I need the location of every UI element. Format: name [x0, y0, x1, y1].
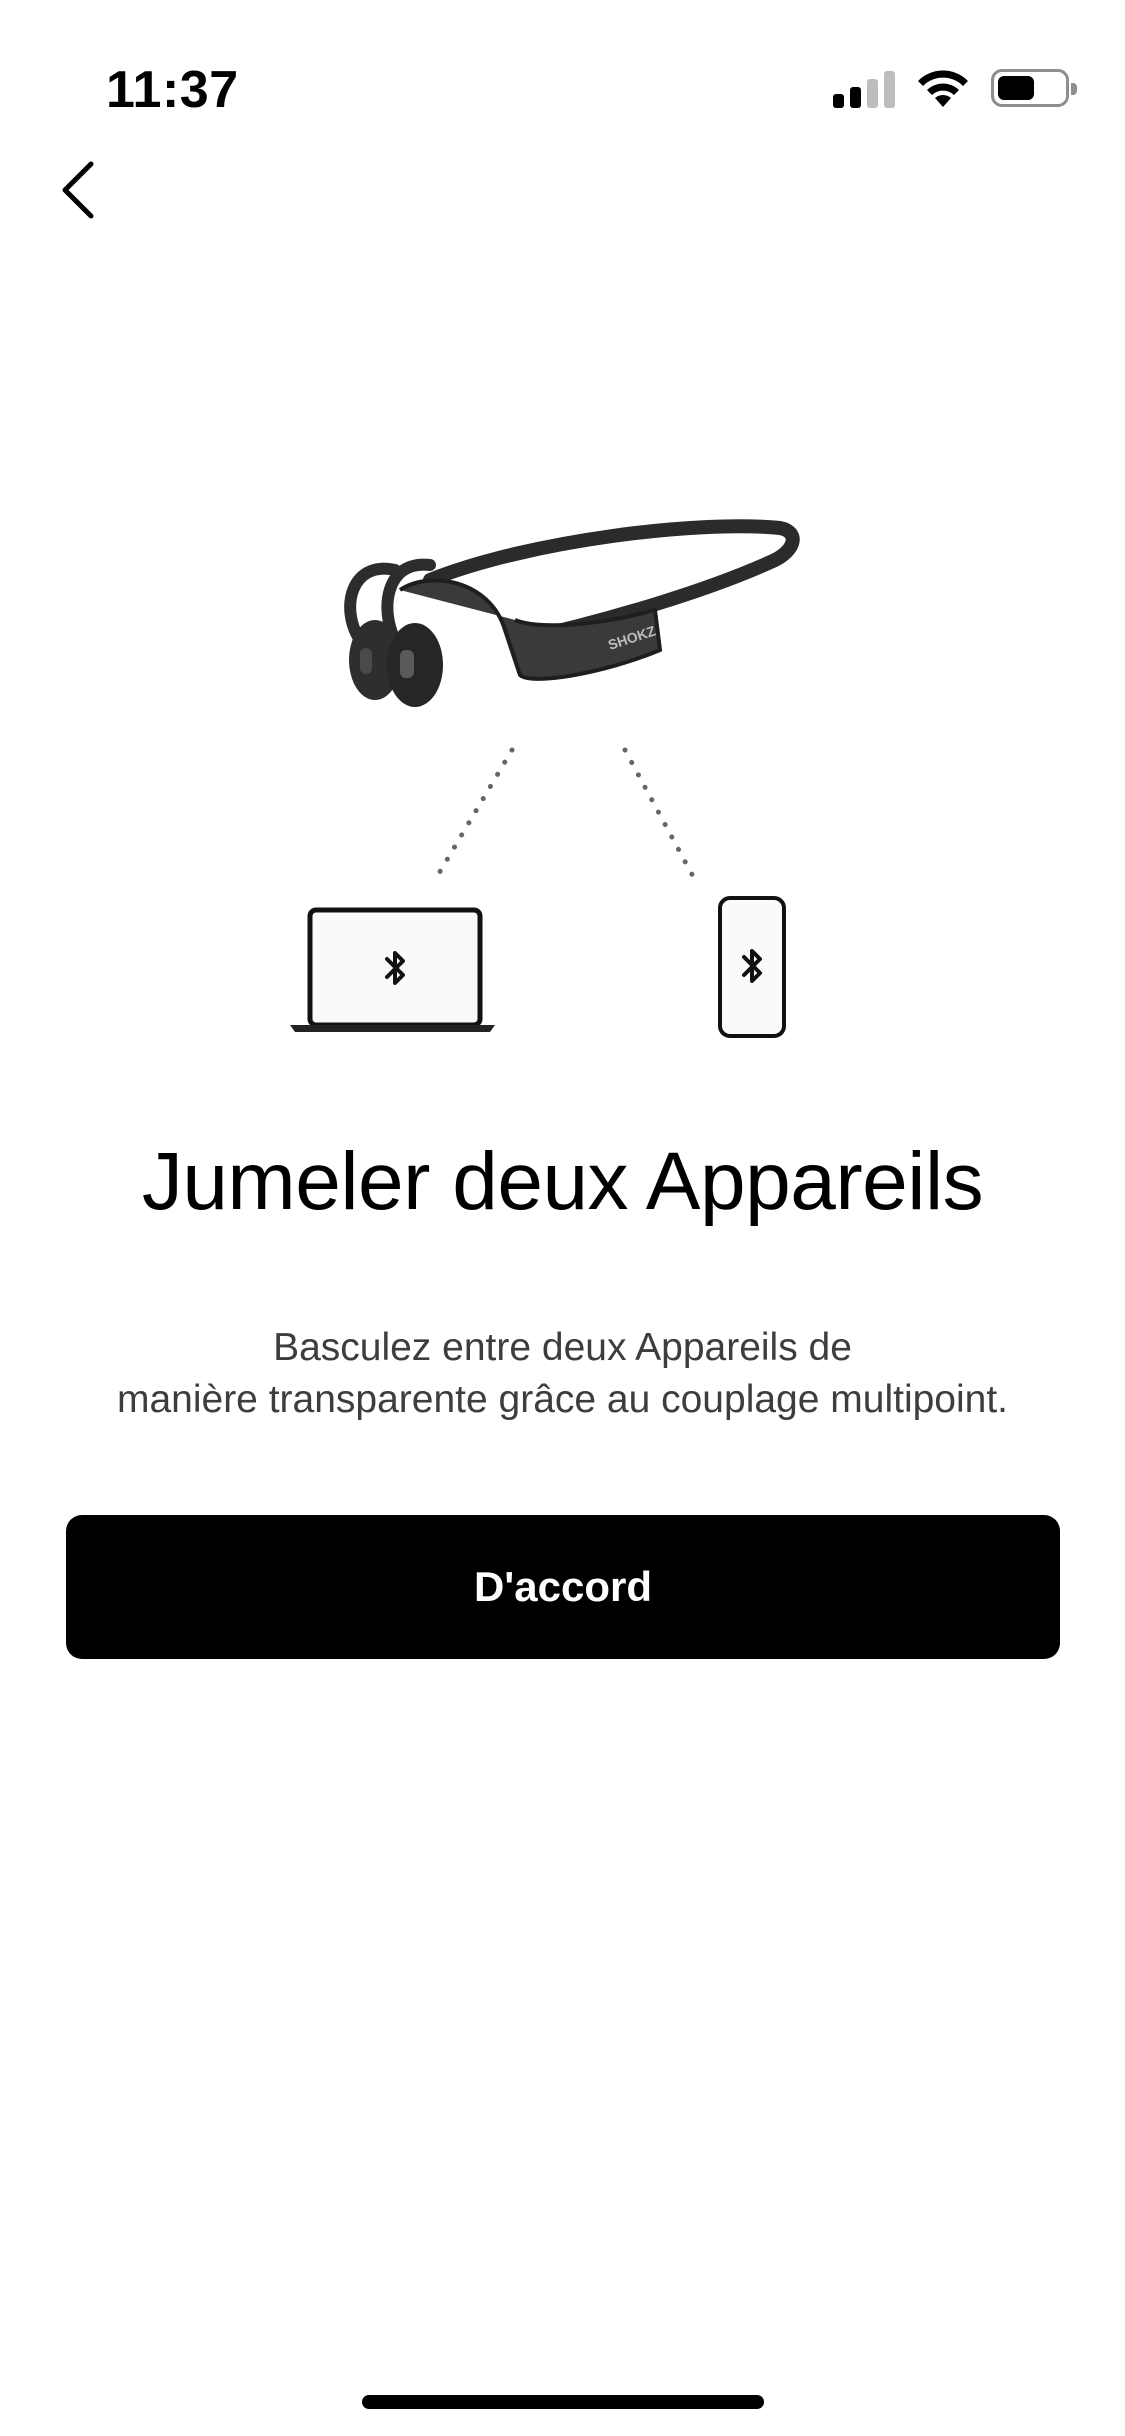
battery-icon	[991, 69, 1077, 107]
connection-dots-right	[622, 747, 698, 883]
status-icons	[833, 66, 1077, 110]
wifi-icon	[918, 70, 968, 107]
confirm-button[interactable]: D'accord	[66, 1515, 1060, 1659]
headphones-image: SHOKZ	[344, 519, 800, 707]
pairing-screen: 11:37 SHOKZ Jumeler deux Appareils Bascu…	[0, 0, 1125, 2436]
laptop-image	[290, 907, 495, 1032]
page-title: Jumeler deux Appareils	[141, 1136, 984, 1227]
multipoint-illustration: SHOKZ	[290, 519, 800, 1038]
home-indicator[interactable]	[362, 2395, 764, 2409]
connection-dots-left	[432, 747, 515, 883]
back-button[interactable]	[44, 150, 114, 230]
description-text: Basculez entre deux Appareils de manière…	[30, 1322, 1095, 1426]
description-line-1: Basculez entre deux Appareils de	[273, 1326, 852, 1369]
description-line-2: manière transparente grâce au couplage m…	[116, 1378, 1009, 1421]
cellular-signal-icon	[833, 68, 895, 108]
phone-image	[718, 896, 786, 1038]
chevron-left-icon	[62, 161, 94, 219]
status-time: 11:37	[106, 61, 239, 119]
